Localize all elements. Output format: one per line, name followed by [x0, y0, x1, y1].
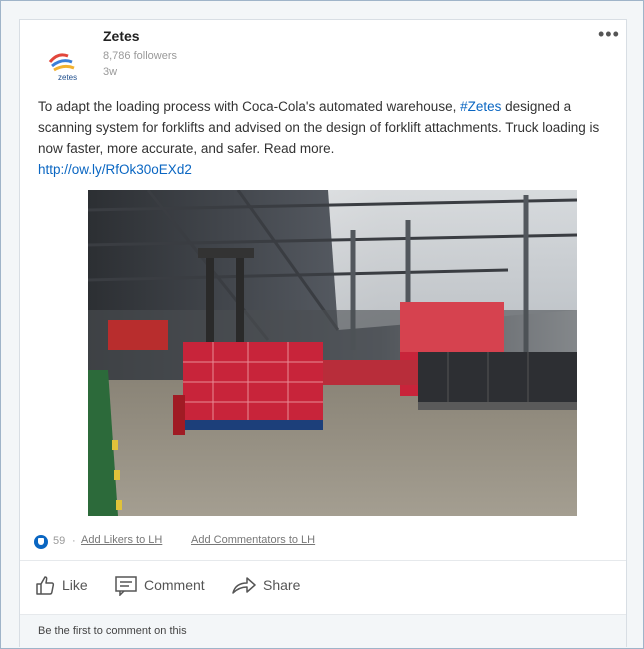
comment-icon [115, 576, 137, 596]
post-url-link[interactable]: http://ow.ly/RfOk30oEXd2 [38, 162, 192, 177]
post-text: To adapt the loading process with Coca-C… [38, 96, 608, 159]
actions-divider [20, 560, 626, 561]
more-options-button[interactable]: ••• [598, 24, 620, 45]
author-name[interactable]: Zetes [103, 28, 140, 44]
share-button[interactable]: Share [231, 573, 300, 597]
add-likers-link[interactable]: Add Likers to LH [81, 534, 162, 546]
like-count[interactable]: 59 [53, 535, 65, 547]
post-timestamp: 3w [103, 66, 118, 78]
comment-button[interactable]: Comment [114, 573, 205, 597]
share-label: Share [263, 577, 301, 593]
post-card: zetes Zetes 8,786 followers 3w ••• To ad… [19, 19, 627, 648]
like-label: Like [62, 577, 88, 593]
company-logo[interactable]: zetes [44, 40, 92, 84]
add-commentators-link[interactable]: Add Commentators to LH [191, 534, 315, 546]
thumbs-up-icon [36, 576, 55, 595]
separator: · [72, 535, 76, 547]
share-arrow-icon [232, 577, 256, 594]
comment-prompt: Be the first to comment on this [38, 625, 187, 637]
like-button[interactable]: Like [34, 573, 88, 597]
post-text-start: To adapt the loading process with Coca-C… [38, 99, 461, 114]
comment-label: Comment [144, 577, 205, 593]
screenshot-frame: zetes Zetes 8,786 followers 3w ••• To ad… [0, 0, 644, 649]
post-image[interactable] [88, 190, 577, 516]
comments-section: Be the first to comment on this [20, 614, 626, 648]
like-reaction-icon [34, 535, 48, 549]
hashtag-link[interactable]: #Zetes [460, 99, 501, 114]
svg-text:zetes: zetes [58, 73, 77, 82]
author-followers: 8,786 followers [103, 50, 177, 62]
